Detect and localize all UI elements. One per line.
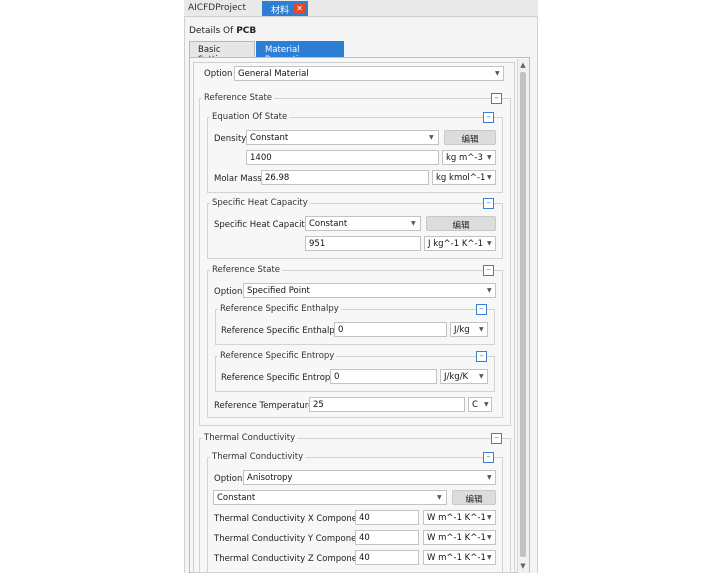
details-header: Details Of PCB xyxy=(189,26,257,36)
dropdown-arrow-icon: ▼ xyxy=(487,554,492,561)
molar-mass-label: Molar Mass xyxy=(214,174,262,184)
molar-mass-input[interactable]: 26.98 xyxy=(261,170,429,185)
ref-option-dropdown[interactable]: Specified Point xyxy=(243,283,496,298)
tab-material-properties[interactable]: Material Properties xyxy=(256,41,344,65)
collapse-icon[interactable]: – xyxy=(483,265,494,276)
dropdown-arrow-icon: ▼ xyxy=(479,326,484,333)
thermal-x-label: Thermal Conductivity X Component xyxy=(214,514,366,524)
close-icon[interactable]: ✕ xyxy=(294,3,305,14)
thermal-subtitle: Thermal Conductivity xyxy=(210,452,306,462)
reference-state-title: Reference State xyxy=(202,93,275,103)
thermal-y-label: Thermal Conductivity Y Component xyxy=(214,534,366,544)
dropdown-arrow-icon: ▼ xyxy=(487,174,492,181)
scroll-up-icon[interactable]: ▲ xyxy=(518,60,528,70)
thermal-y-input[interactable]: 40 xyxy=(355,530,419,545)
collapse-icon[interactable]: – xyxy=(491,93,502,104)
entropy-input[interactable]: 0 xyxy=(330,369,437,384)
specific-heat-title: Specific Heat Capacity xyxy=(210,198,310,208)
collapse-icon[interactable]: – xyxy=(476,304,487,315)
enthalpy-input[interactable]: 0 xyxy=(334,322,447,337)
dropdown-arrow-icon: ▼ xyxy=(495,70,500,77)
ref-temperature-label: Reference Temperature xyxy=(214,401,314,411)
density-edit-button[interactable]: 编辑 xyxy=(444,130,496,145)
thermal-y-unit-dropdown[interactable]: W m^-1 K^-1 xyxy=(423,530,496,545)
dropdown-arrow-icon: ▼ xyxy=(487,534,492,541)
option-label: Option xyxy=(204,69,233,79)
dropdown-arrow-icon: ▼ xyxy=(487,154,492,161)
dropdown-arrow-icon: ▼ xyxy=(487,240,492,247)
thermal-z-input[interactable]: 40 xyxy=(355,550,419,565)
density-value-input[interactable]: 1400 xyxy=(246,150,439,165)
collapse-icon[interactable]: – xyxy=(476,351,487,362)
thermal-option-label: Option xyxy=(214,474,243,484)
thermal-z-label: Thermal Conductivity Z Component xyxy=(214,554,366,564)
collapse-icon[interactable]: – xyxy=(483,452,494,463)
scroll-down-icon[interactable]: ▼ xyxy=(518,561,528,571)
specific-heat-edit-button[interactable]: 编辑 xyxy=(426,216,496,231)
tab-basic-setting[interactable]: Basic Setting xyxy=(189,41,255,65)
dropdown-arrow-icon: ▼ xyxy=(411,220,416,227)
entropy-title: Reference Specific Entropy xyxy=(218,351,337,361)
thermal-edit-button[interactable]: 编辑 xyxy=(452,490,496,505)
specific-heat-mode-dropdown[interactable]: Constant xyxy=(305,216,421,231)
thermal-mode-dropdown[interactable]: Constant xyxy=(213,490,447,505)
collapse-icon[interactable]: – xyxy=(483,198,494,209)
thermal-x-unit-dropdown[interactable]: W m^-1 K^-1 xyxy=(423,510,496,525)
ref-state-subtitle: Reference State xyxy=(210,265,283,275)
density-label: Density xyxy=(214,134,247,144)
specific-heat-unit-dropdown[interactable]: J kg^-1 K^-1 xyxy=(424,236,496,251)
dropdown-arrow-icon: ▼ xyxy=(487,287,492,294)
equation-of-state-title: Equation Of State xyxy=(210,112,290,122)
specific-heat-label: Specific Heat Capacity xyxy=(214,220,310,230)
enthalpy-label: Reference Specific Enthalpy xyxy=(221,326,340,336)
enthalpy-title: Reference Specific Enthalpy xyxy=(218,304,341,314)
dropdown-arrow-icon: ▼ xyxy=(479,373,484,380)
entropy-label: Reference Specific Entropy xyxy=(221,373,336,383)
scrollbar-thumb[interactable] xyxy=(520,72,526,557)
collapse-icon[interactable]: – xyxy=(483,112,494,123)
thermal-x-input[interactable]: 40 xyxy=(355,510,419,525)
dropdown-arrow-icon: ▼ xyxy=(484,401,489,408)
thermal-option-dropdown[interactable]: Anisotropy xyxy=(243,470,496,485)
dropdown-arrow-icon: ▼ xyxy=(429,134,434,141)
ref-temperature-input[interactable]: 25 xyxy=(309,397,465,412)
collapse-icon[interactable]: – xyxy=(491,433,502,444)
dropdown-arrow-icon: ▼ xyxy=(487,474,492,481)
specific-heat-value-input[interactable]: 951 xyxy=(305,236,421,251)
option-dropdown[interactable]: General Material xyxy=(234,66,504,81)
dropdown-arrow-icon: ▼ xyxy=(487,514,492,521)
density-mode-dropdown[interactable]: Constant xyxy=(246,130,439,145)
details-object: PCB xyxy=(236,26,257,36)
ref-option-label: Option xyxy=(214,287,243,297)
thermal-conductivity-title: Thermal Conductivity xyxy=(202,433,298,443)
tab-aicfd-project[interactable]: AICFDProject xyxy=(188,3,246,13)
dropdown-arrow-icon: ▼ xyxy=(437,494,442,501)
thermal-z-unit-dropdown[interactable]: W m^-1 K^-1 xyxy=(423,550,496,565)
